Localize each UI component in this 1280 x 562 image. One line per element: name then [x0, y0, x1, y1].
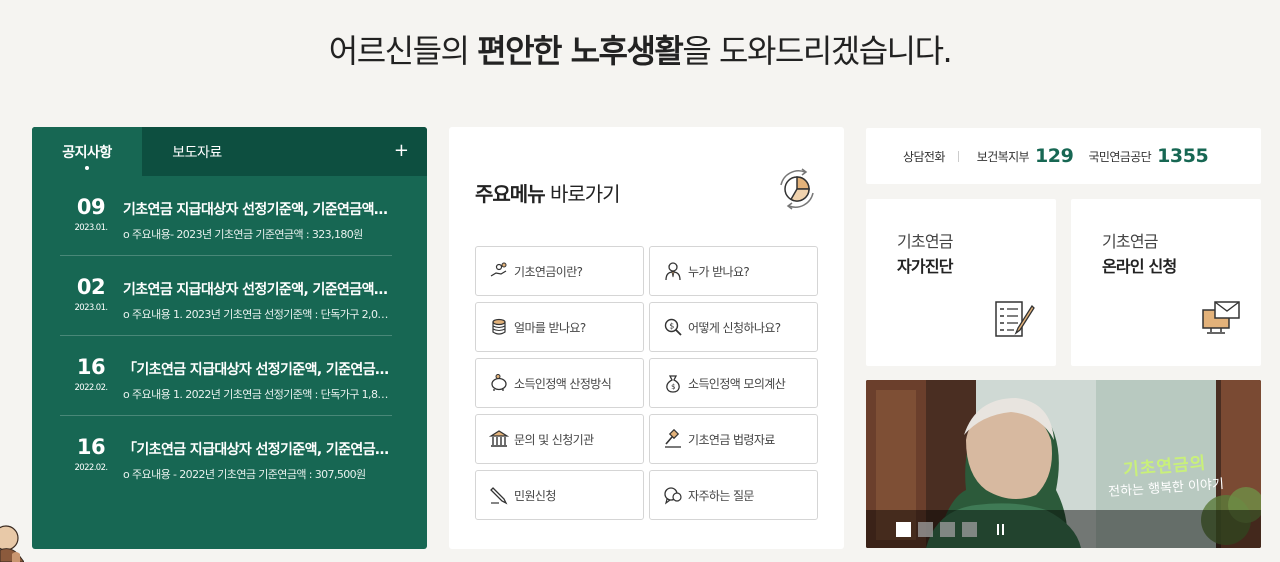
chat-bubbles-icon [663, 485, 683, 505]
notice-tabs: 공지사항 보도자료 + [32, 127, 427, 176]
coin-stack-icon [489, 317, 509, 337]
menu-label: 소득인정액 산정방식 [514, 376, 612, 391]
menu-income-method-button[interactable]: 소득인정액 산정방식 [475, 358, 644, 408]
notice-year-month: 2023.01. [74, 303, 108, 313]
card-subtitle: 기초연금 [1102, 232, 1158, 251]
notice-panel: 공지사항 보도자료 + 09 2023.01. 기초연금 지급대상자 선정기준액… [32, 127, 427, 549]
person-icon [663, 261, 683, 281]
notice-date: 02 2023.01. [60, 256, 122, 335]
headline-bold: 편안한 노후생활 [477, 32, 684, 70]
phone-number[interactable]: 129 [1035, 145, 1074, 167]
notice-title[interactable]: 기초연금 지급대상자 선정기준액, 기준연금액 변경 안내 [123, 199, 391, 219]
card-title: 온라인 신청 [1102, 257, 1177, 276]
menu-label: 누가 받나요? [688, 264, 750, 279]
notice-item[interactable]: 16 2022.02. 「기초연금 지급대상자 선정기준액, 기준연금액 변경」… [60, 416, 392, 496]
notice-list: 09 2023.01. 기초연금 지급대상자 선정기준액, 기준연금액 변경 안… [32, 176, 427, 496]
menu-civil-request-button[interactable]: 민원신청 [475, 470, 644, 520]
search-money-icon: $ [663, 317, 683, 337]
self-diagnosis-card[interactable]: 기초연금 자가진단 [866, 199, 1056, 366]
menu-label: 얼마를 받나요? [514, 320, 586, 335]
phone-org-name: 국민연금공단 [1088, 149, 1152, 164]
notice-year-month: 2022.02. [74, 463, 108, 473]
menu-how-much-button[interactable]: 얼마를 받나요? [475, 302, 644, 352]
menu-title-rest: 바로가기 [544, 182, 621, 206]
bank-building-icon [489, 429, 509, 449]
phone-number[interactable]: 1355 [1157, 145, 1209, 167]
phone-label: 상담전화 [903, 149, 945, 164]
menu-faq-button[interactable]: 자주하는 질문 [649, 470, 818, 520]
menu-label: 민원신청 [514, 488, 556, 503]
pie-chart-icon [780, 168, 814, 210]
menu-label: 기초연금 법령자료 [688, 432, 775, 447]
tab-notices[interactable]: 공지사항 [32, 127, 142, 176]
card-subtitle: 기초연금 [897, 232, 953, 251]
notice-body: 기초연금 지급대상자 선정기준액, 기준연금액 고시 o 주요내용 1. 202… [122, 256, 391, 335]
notice-title[interactable]: 「기초연금 지급대상자 선정기준액, 기준연금액 변경」 [123, 439, 391, 459]
pause-icon[interactable] [996, 524, 1006, 535]
online-application-card[interactable]: 기초연금 온라인 신청 [1071, 199, 1261, 366]
slide-dot-3[interactable] [940, 522, 955, 537]
notice-body: 「기초연금 지급대상자 선정기준액, 기준연금액 고시」 o 주요내용 1. 2… [122, 336, 391, 415]
menu-title-bold: 주요메뉴 [475, 182, 546, 206]
piggy-bank-icon [489, 373, 509, 393]
menu-label: 기초연금이란? [514, 264, 583, 279]
notice-desc: o 주요내용 1. 2022년 기초연금 선정기준액 : 단독가구 1,800,… [123, 388, 391, 401]
divider [957, 150, 959, 162]
menu-income-simulation-button[interactable]: $ 소득인정액 모의계산 [649, 358, 818, 408]
svg-text:$: $ [669, 322, 674, 331]
menu-inquiry-agency-button[interactable]: 문의 및 신청기관 [475, 414, 644, 464]
menu-who-receives-button[interactable]: 누가 받나요? [649, 246, 818, 296]
notice-year-month: 2023.01. [74, 223, 108, 233]
notice-desc: o 주요내용 - 2022년 기초연금 기준연금액 : 307,500원 [123, 468, 366, 481]
notice-item[interactable]: 09 2023.01. 기초연금 지급대상자 선정기준액, 기준연금액 변경 안… [60, 176, 392, 256]
slide-dot-1[interactable] [896, 522, 911, 537]
slide-dot-2[interactable] [918, 522, 933, 537]
notice-item[interactable]: 02 2023.01. 기초연금 지급대상자 선정기준액, 기준연금액 고시 o… [60, 256, 392, 336]
notice-day: 09 [76, 195, 106, 219]
main-menu-panel: 주요메뉴 바로가기 기초연금이란? 누가 받나요? 얼마를 받나요? $ 어떻게… [449, 127, 844, 549]
notice-item[interactable]: 16 2022.02. 「기초연금 지급대상자 선정기준액, 기준연금액 고시」… [60, 336, 392, 416]
menu-title: 주요메뉴 바로가기 [475, 178, 621, 207]
svg-text:$: $ [671, 383, 675, 391]
phone-org-name: 보건복지부 [976, 149, 1030, 164]
notice-day: 02 [76, 275, 106, 299]
page-headline: 어르신들의 편안한 노후생활을 도와드리겠습니다. [0, 26, 1280, 72]
menu-label: 어떻게 신청하나요? [688, 320, 781, 335]
menu-label: 자주하는 질문 [688, 488, 754, 503]
gavel-icon [663, 429, 683, 449]
notice-day: 16 [76, 435, 106, 459]
hand-coins-icon [489, 261, 509, 281]
checklist-icon [995, 301, 1035, 337]
tab-press-releases[interactable]: 보도자료 [142, 127, 252, 176]
headline-prefix: 어르신들의 [328, 32, 478, 70]
notice-date: 16 2022.02. [60, 336, 122, 415]
more-plus-button[interactable]: + [394, 140, 409, 161]
slide-dot-4[interactable] [962, 522, 977, 537]
notice-year-month: 2022.02. [74, 383, 108, 393]
menu-grid: 기초연금이란? 누가 받나요? 얼마를 받나요? $ 어떻게 신청하나요? 소득… [475, 246, 818, 520]
notice-body: 기초연금 지급대상자 선정기준액, 기준연금액 변경 안내 o 주요내용- 20… [122, 176, 391, 255]
notice-date: 16 2022.02. [60, 416, 122, 496]
card-title: 자가진단 [897, 257, 953, 276]
menu-what-is-pension-button[interactable]: 기초연금이란? [475, 246, 644, 296]
notice-desc: o 주요내용- 2023년 기초연금 기준연금액 : 323,180원 [123, 228, 363, 241]
notice-day: 16 [76, 355, 106, 379]
notice-title[interactable]: 기초연금 지급대상자 선정기준액, 기준연금액 고시 [123, 279, 391, 299]
menu-label: 문의 및 신청기관 [514, 432, 594, 447]
menu-how-to-apply-button[interactable]: $ 어떻게 신청하나요? [649, 302, 818, 352]
menu-label: 소득인정액 모의계산 [688, 376, 786, 391]
notice-body: 「기초연금 지급대상자 선정기준액, 기준연금액 변경」 o 주요내용 - 20… [122, 416, 391, 496]
money-bag-icon: $ [663, 373, 683, 393]
menu-legal-data-button[interactable]: 기초연금 법령자료 [649, 414, 818, 464]
notice-desc: o 주요내용 1. 2023년 기초연금 선정기준액 : 단독가구 2,020,… [123, 308, 391, 321]
elder-illustration [0, 525, 24, 562]
notice-date: 09 2023.01. [60, 176, 122, 255]
headline-suffix: 을 도와드리겠습니다. [682, 32, 952, 70]
notice-title[interactable]: 「기초연금 지급대상자 선정기준액, 기준연금액 고시」 [123, 359, 391, 379]
pen-icon [489, 485, 509, 505]
consultation-phone-box: 상담전화 보건복지부 129 국민연금공단 1355 [866, 128, 1261, 184]
computer-mail-icon [1202, 301, 1240, 334]
promo-video-slider[interactable]: 기초연금의 전하는 행복한 이야기 [866, 380, 1261, 548]
